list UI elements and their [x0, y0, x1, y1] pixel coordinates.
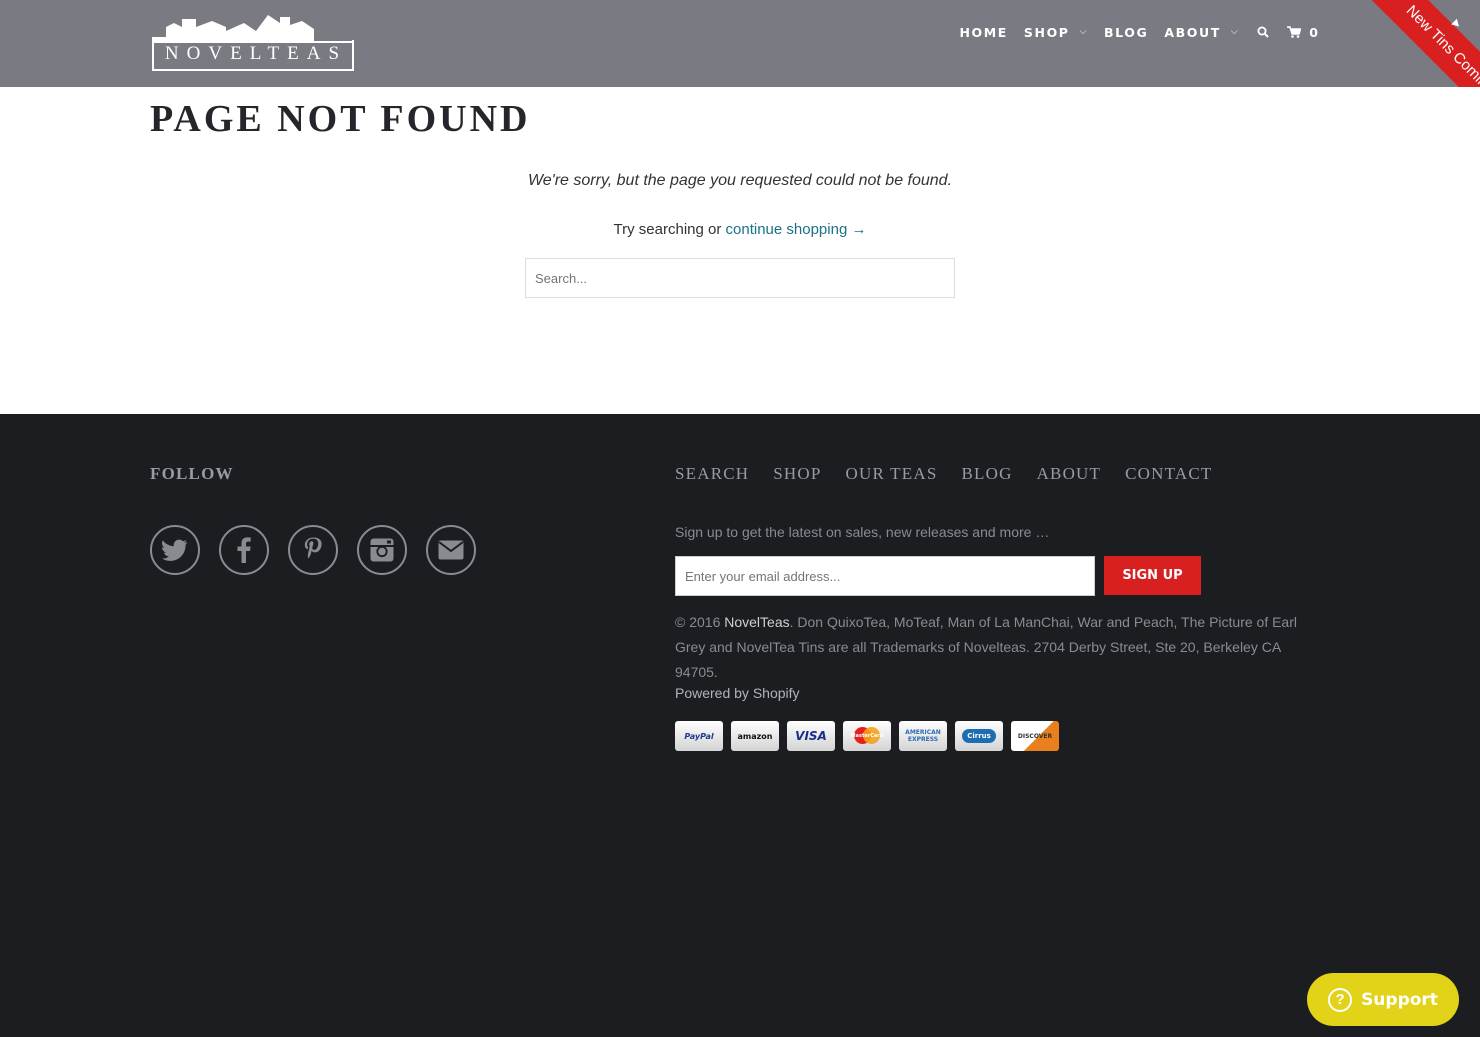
footer-link-about[interactable]: ABOUT [1037, 464, 1102, 484]
continue-shopping-link[interactable]: continue shopping → [726, 221, 867, 238]
copyright-prefix: © 2016 [675, 614, 725, 630]
nav-item-label: BLOG [1104, 24, 1149, 40]
support-button[interactable]: ? Support [1307, 973, 1459, 1026]
payment-label: Cirrus [962, 729, 996, 743]
main-nav: HOME SHOP ⌵ BLOG ABOUT ⌵ 0 [943, 24, 1318, 40]
try-prefix: Try searching or [613, 221, 726, 238]
payment-label: VISA [795, 729, 827, 743]
search-input[interactable] [525, 258, 955, 298]
nav-item-blog[interactable]: BLOG [1104, 25, 1148, 40]
nav-item-about[interactable]: ABOUT ⌵ [1164, 25, 1239, 40]
footer-link-our-teas[interactable]: OUR TEAS [846, 464, 938, 484]
amazon-icon: amazon [731, 721, 779, 751]
email-field[interactable] [675, 556, 1095, 596]
copyright-text: © 2016 NovelTeas. Don QuixoTea, MoTeaf, … [675, 610, 1320, 685]
pinterest-icon[interactable] [288, 525, 338, 575]
footer-link-contact[interactable]: CONTACT [1125, 464, 1212, 484]
twitter-icon[interactable] [150, 525, 200, 575]
support-label: Support [1361, 989, 1438, 1010]
nav-item-shop[interactable]: SHOP ⌵ [1024, 25, 1088, 40]
instagram-icon[interactable] [357, 525, 407, 575]
sign-up-button[interactable]: SIGN UP [1104, 556, 1201, 595]
newsletter-text: Sign up to get the latest on sales, new … [675, 524, 1050, 540]
visa-icon: VISA [787, 721, 835, 751]
nav-item-label: ABOUT [1164, 24, 1221, 40]
chevron-down-icon: ⌵ [1230, 27, 1240, 37]
american-express-icon: AMERICAN EXPRESS [899, 721, 947, 751]
mastercard-icon: MasterCard [843, 721, 891, 751]
logo-text: NOVELTEAS [152, 40, 354, 71]
payment-label: AMERICAN EXPRESS [905, 729, 941, 743]
cart-icon [1287, 26, 1302, 38]
follow-heading: FOLLOW [150, 464, 234, 483]
payment-label: amazon [737, 731, 773, 741]
try-searching-text: Try searching or continue shopping → [0, 221, 1480, 238]
payment-label: MasterCard [850, 733, 884, 739]
nav-item-home[interactable]: HOME [959, 25, 1007, 40]
email-icon[interactable] [426, 525, 476, 575]
main-content: PAGE NOT FOUND We're sorry, but the page… [0, 87, 1480, 414]
site-footer: FOLLOW SEARCH SHOP OUR TEAS BLOG ABOUT C… [0, 414, 1480, 1037]
nav-item-label: SHOP [1023, 24, 1070, 40]
discover-icon: DISCOVER [1011, 721, 1059, 751]
facebook-icon[interactable] [219, 525, 269, 575]
chevron-down-icon: ⌵ [1079, 27, 1088, 37]
footer-link-blog[interactable]: BLOG [961, 464, 1012, 484]
search-icon[interactable] [1257, 26, 1270, 38]
payment-label: DISCOVER [1017, 732, 1053, 740]
brand-link[interactable]: NovelTeas [724, 614, 789, 630]
site-logo[interactable]: NOVELTEAS [152, 13, 354, 71]
logo-rooftops-icon [152, 15, 354, 43]
cart-button[interactable]: 0 [1287, 25, 1318, 40]
footer-links: SEARCH SHOP OUR TEAS BLOG ABOUT CONTACT [675, 464, 1236, 484]
cirrus-icon: Cirrus [955, 721, 1003, 751]
not-found-message: We're sorry, but the page you requested … [527, 172, 953, 189]
payment-methods: PayPal amazon VISA MasterCard AMERICAN E… [675, 721, 1067, 751]
payment-label: PayPal [684, 731, 714, 741]
page-title: PAGE NOT FOUND [150, 98, 531, 140]
cart-count: 0 [1309, 24, 1318, 40]
social-links [150, 525, 495, 575]
nav-item-label: HOME [959, 24, 1008, 40]
powered-by-link[interactable]: Powered by Shopify [675, 685, 800, 701]
help-icon: ? [1328, 987, 1353, 1012]
site-header: NOVELTEAS HOME SHOP ⌵ BLOG ABOUT ⌵ 0 New… [0, 0, 1480, 115]
footer-link-shop[interactable]: SHOP [773, 464, 821, 484]
paypal-icon: PayPal [675, 721, 723, 751]
footer-link-search[interactable]: SEARCH [675, 464, 749, 484]
